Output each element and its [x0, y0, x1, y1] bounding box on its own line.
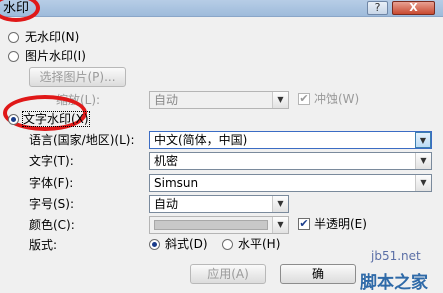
- size-combo[interactable]: 自动 ▼: [149, 195, 289, 213]
- site-watermark: jb51.net: [371, 249, 421, 263]
- language-value: 中文(简体，中国): [154, 133, 248, 147]
- size-label: 字号(S):: [29, 197, 75, 211]
- semitransparent-checkbox[interactable]: ✔: [298, 218, 310, 230]
- brand-watermark: 脚本之家: [360, 273, 428, 293]
- watermark-dialog: 水印 ? X 无水印(N) 图片水印(I) 选择图片(P)... 缩放(L): …: [0, 0, 443, 293]
- color-swatch: [154, 220, 268, 230]
- text-combo[interactable]: 机密 ▼: [149, 152, 432, 170]
- font-label: 字体(F):: [29, 176, 74, 190]
- text-watermark-radio[interactable]: [8, 114, 19, 125]
- diagonal-label: 斜式(D): [165, 237, 208, 251]
- chevron-down-icon: ▼: [415, 132, 431, 148]
- scale-combo[interactable]: 自动 ▼: [149, 91, 289, 109]
- diagonal-radio[interactable]: [149, 239, 160, 250]
- color-label: 颜色(C):: [29, 218, 75, 232]
- apply-button[interactable]: 应用(A): [190, 264, 266, 284]
- red-highlight-circle: [0, 0, 40, 22]
- color-combo[interactable]: ▼: [149, 216, 289, 234]
- picture-watermark-radio[interactable]: [8, 51, 19, 62]
- horizontal-label: 水平(H): [238, 237, 281, 251]
- help-button[interactable]: ?: [367, 1, 388, 15]
- chevron-down-icon: ▼: [415, 175, 431, 191]
- font-value: Simsun: [154, 176, 199, 190]
- language-label: 语言(国家/地区)(L):: [29, 133, 135, 147]
- text-value: 机密: [154, 154, 179, 168]
- no-watermark-radio[interactable]: [8, 32, 19, 43]
- chevron-down-icon: ▼: [272, 92, 288, 108]
- chevron-down-icon: ▼: [272, 196, 288, 212]
- chevron-down-icon: ▼: [272, 217, 288, 233]
- title-bar: 水印 ? X: [0, 0, 443, 17]
- washout-label: 冲蚀(W): [314, 92, 360, 106]
- no-watermark-label: 无水印(N): [25, 30, 80, 44]
- ok-button[interactable]: 确: [280, 264, 356, 284]
- text-label: 文字(T):: [29, 154, 74, 168]
- semitransparent-label: 半透明(E): [314, 217, 367, 231]
- size-value: 自动: [154, 197, 179, 211]
- picture-watermark-label: 图片水印(I): [25, 49, 86, 63]
- layout-label: 版式:: [29, 238, 58, 252]
- text-watermark-label: 文字水印(X): [22, 111, 90, 127]
- washout-checkbox[interactable]: ✔: [298, 93, 310, 105]
- font-combo[interactable]: Simsun ▼: [149, 174, 432, 192]
- select-picture-button[interactable]: 选择图片(P)...: [29, 67, 126, 87]
- close-button[interactable]: X: [392, 1, 435, 15]
- chevron-down-icon: ▼: [415, 153, 431, 169]
- language-combo[interactable]: 中文(简体，中国) ▼: [149, 131, 432, 149]
- scale-value: 自动: [154, 93, 179, 107]
- horizontal-radio[interactable]: [222, 239, 233, 250]
